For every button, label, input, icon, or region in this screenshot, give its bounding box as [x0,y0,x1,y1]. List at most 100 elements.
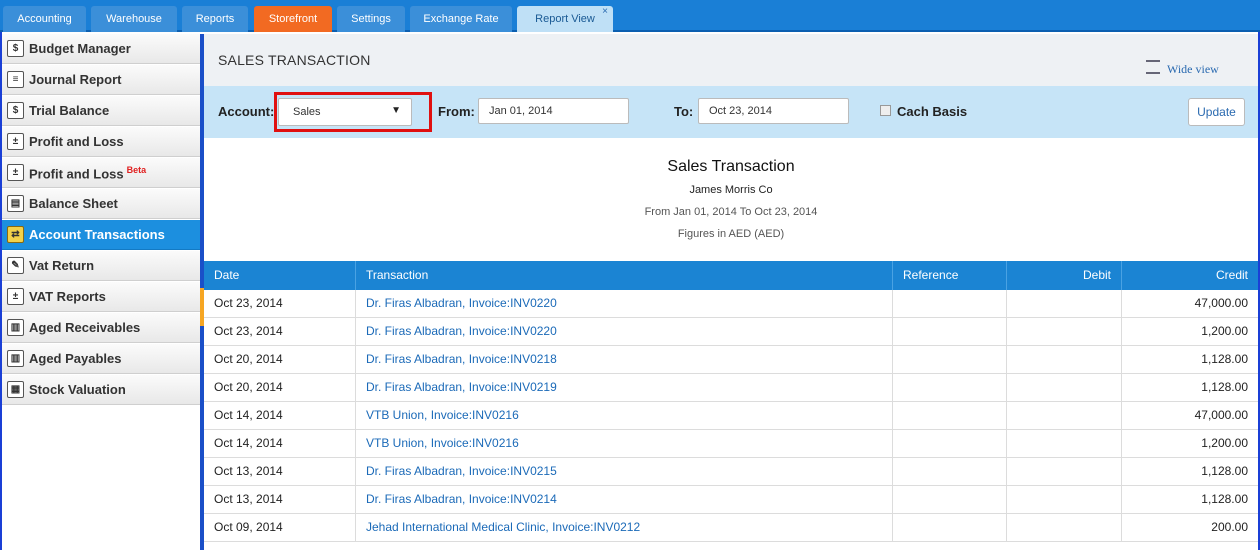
budget-icon: $ [7,40,24,57]
sidebar-item-label: Aged Receivables [29,320,141,335]
sidebar-item-label: Budget Manager [29,41,131,56]
credit-cell: 47,000.00 [1194,408,1248,422]
transaction-link[interactable]: Dr. Firas Albadran, Invoice:INV0218 [356,346,893,373]
tab-report-view-label: Report View [535,13,595,25]
table-row: Oct 14, 2014 VTB Union, Invoice:INV0216 1,… [204,430,1258,458]
highlight-box [274,92,432,132]
payables-icon: ▥ [7,350,24,367]
debit-cell [1007,514,1122,541]
table-row: Oct 23, 2014 Dr. Firas Albadran, Invoice:… [204,318,1258,346]
table-row: Oct 14, 2014 VTB Union, Invoice:INV0216 47… [204,402,1258,430]
tab-exchange-rate[interactable]: Exchange Rate [410,6,512,32]
date-cell: Oct 20, 2014 [204,374,356,401]
wide-view-icon [1146,60,1160,74]
sidebar-item-label: Profit and Loss Beta [29,165,146,181]
tab-accounting[interactable]: Accounting [3,6,86,32]
to-label: To: [674,104,694,119]
journal-icon: ≡ [7,71,24,88]
account-label: Account: [218,104,275,119]
tab-storefront[interactable]: Storefront [254,6,332,32]
column-header-date[interactable]: Date [204,261,356,290]
reference-cell [893,430,1007,457]
tab-warehouse[interactable]: Warehouse [91,6,177,32]
to-date-input[interactable]: Oct 23, 2014 [698,98,849,124]
wide-view-link[interactable]: Wide view [1146,59,1219,77]
transaction-link[interactable]: Dr. Firas Albadran, Invoice:INV0220 [356,318,893,345]
vat-reports-icon: ± [7,288,24,305]
sidebar-item-vat-return[interactable]: ✎ Vat Return [2,251,200,281]
transaction-link[interactable]: VTB Union, Invoice:INV0216 [356,402,893,429]
date-cell: Oct 23, 2014 [204,318,356,345]
from-label: From: [438,104,475,119]
update-button[interactable]: Update [1188,98,1245,126]
table-row: Oct 13, 2014 Dr. Firas Albadran, Invoice:… [204,458,1258,486]
debit-cell [1007,402,1122,429]
column-header-credit[interactable]: Credit [1122,261,1258,290]
sidebar-item-stock-valuation[interactable]: ▦ Stock Valuation [2,375,200,405]
cash-basis-checkbox[interactable] [880,105,891,116]
reference-cell [893,458,1007,485]
debit-cell [1007,318,1122,345]
date-cell: Oct 20, 2014 [204,346,356,373]
close-icon[interactable]: × [602,0,608,25]
reference-cell [893,514,1007,541]
transaction-link[interactable]: VTB Union, Invoice:INV0216 [356,430,893,457]
sidebar: $ Budget Manager ≡ Journal Report $ Tria… [2,34,200,550]
report-title: Sales Transaction [667,158,795,175]
transaction-link[interactable]: Dr. Firas Albadran, Invoice:INV0214 [356,486,893,513]
sidebar-item-profit-and-loss[interactable]: ± Profit and Loss [2,127,200,157]
table-row: Oct 20, 2014 Dr. Firas Albadran, Invoice:… [204,374,1258,402]
column-header-reference[interactable]: Reference [893,261,1007,290]
from-date-input[interactable]: Jan 01, 2014 [478,98,629,124]
sidebar-item-balance-sheet[interactable]: ▤ Balance Sheet [2,189,200,219]
sidebar-item-label: Account Transactions [29,227,165,242]
reference-cell [893,318,1007,345]
sidebar-item-aged-receivables[interactable]: ▥ Aged Receivables [2,313,200,343]
credit-cell: 1,200.00 [1201,436,1248,450]
receivables-icon: ▥ [7,319,24,336]
table-row: Oct 20, 2014 Dr. Firas Albadran, Invoice:… [204,346,1258,374]
sheet-icon: ▤ [7,195,24,212]
sidebar-item-budget-manager[interactable]: $ Budget Manager [2,34,200,64]
transaction-link[interactable]: Dr. Firas Albadran, Invoice:INV0215 [356,458,893,485]
transactions-icon: ⇄ [7,226,24,243]
reference-cell [893,486,1007,513]
sidebar-item-text: Profit and Loss [29,166,124,182]
column-header-transaction[interactable]: Transaction [356,261,893,290]
date-cell: Oct 13, 2014 [204,458,356,485]
calculator-icon: ± [7,133,24,150]
tab-report-view[interactable]: Report View × [517,6,613,32]
wide-view-label: Wide view [1167,62,1219,76]
sidebar-item-account-transactions[interactable]: ⇄ Account Transactions [2,220,200,250]
debit-cell [1007,346,1122,373]
date-cell: Oct 23, 2014 [204,290,356,317]
date-cell: Oct 14, 2014 [204,402,356,429]
tab-settings[interactable]: Settings [337,6,405,32]
debit-cell [1007,290,1122,317]
sidebar-item-label: Journal Report [29,72,122,87]
top-tab-bar: Accounting Warehouse Reports Storefront … [0,0,1260,32]
tab-reports[interactable]: Reports [182,6,248,32]
sidebar-item-vat-reports[interactable]: ± VAT Reports [2,282,200,312]
credit-cell: 47,000.00 [1194,296,1248,310]
main-content: SALES TRANSACTION Wide view Account: Sal… [204,34,1258,550]
to-date-value: Oct 23, 2014 [709,105,772,117]
credit-cell: 200.00 [1211,520,1248,534]
credit-cell: 1,128.00 [1201,380,1248,394]
sidebar-item-aged-payables[interactable]: ▥ Aged Payables [2,344,200,374]
credit-cell: 1,128.00 [1201,352,1248,366]
date-cell: Oct 14, 2014 [204,430,356,457]
vat-return-icon: ✎ [7,257,24,274]
column-header-debit[interactable]: Debit [1007,261,1122,290]
sidebar-item-journal-report[interactable]: ≡ Journal Report [2,65,200,95]
sidebar-item-profit-and-loss-beta[interactable]: ± Profit and Loss Beta [2,158,200,188]
transaction-link[interactable]: Dr. Firas Albadran, Invoice:INV0219 [356,374,893,401]
debit-cell [1007,458,1122,485]
sidebar-item-trial-balance[interactable]: $ Trial Balance [2,96,200,126]
debit-cell [1007,486,1122,513]
report-heading: Sales Transaction James Morris Co From J… [204,138,1258,261]
transaction-link[interactable]: Dr. Firas Albadran, Invoice:INV0220 [356,290,893,317]
credit-cell: 1,200.00 [1201,324,1248,338]
transaction-link[interactable]: Jehad International Medical Clinic, Invo… [356,514,893,541]
report-header-bar: SALES TRANSACTION Wide view [204,34,1258,86]
